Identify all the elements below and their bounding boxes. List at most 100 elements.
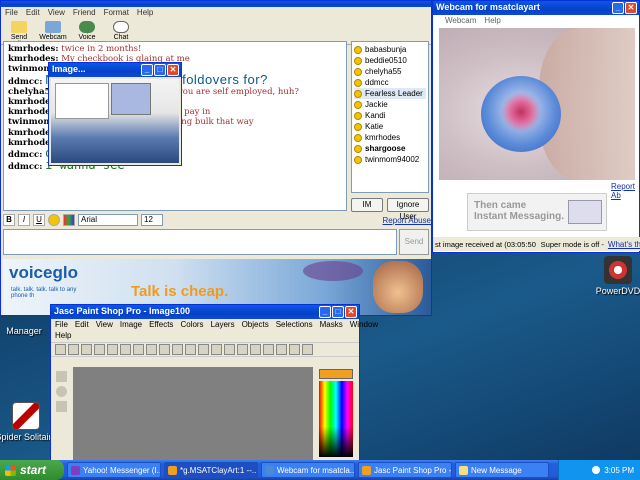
desktop-icon-manager[interactable]: Manager <box>0 326 56 336</box>
user-list-item[interactable]: shargoose <box>354 143 426 154</box>
user-list-item[interactable]: Kandi <box>354 110 426 121</box>
chat-nick[interactable]: ddmcc: <box>8 150 42 160</box>
font-size-select[interactable]: 12 <box>141 214 163 226</box>
toolbar-button-icon[interactable] <box>263 344 274 355</box>
minimize-icon[interactable]: _ <box>141 64 153 76</box>
psp-menu-item[interactable]: Window <box>350 320 378 330</box>
psp-titlebar[interactable]: Jasc Paint Shop Pro - Image100 _ □ ✕ <box>51 305 359 319</box>
font-select[interactable]: Arial <box>78 214 138 226</box>
menu-view[interactable]: View <box>48 8 65 18</box>
close-icon[interactable]: ✕ <box>345 306 357 318</box>
im-button[interactable]: IM <box>351 198 383 212</box>
minimize-icon[interactable]: _ <box>319 306 331 318</box>
color-icon[interactable] <box>63 214 75 226</box>
menu-help[interactable]: Help <box>137 8 153 18</box>
image-window-titlebar[interactable]: Image... _ □ ✕ <box>49 63 181 77</box>
tray-icon[interactable] <box>592 466 601 474</box>
color-palette[interactable] <box>317 367 355 461</box>
close-icon[interactable]: ✕ <box>625 2 637 14</box>
menu-file[interactable]: File <box>5 8 18 18</box>
toolbar-button-icon[interactable] <box>289 344 300 355</box>
desktop-icon-powerdvd[interactable]: PowerDVD <box>586 256 640 296</box>
menu-friend[interactable]: Friend <box>73 8 96 18</box>
send-button[interactable]: Send <box>399 229 429 255</box>
whats-this-link[interactable]: What's th <box>608 240 640 249</box>
toolbar-button-icon[interactable] <box>107 344 118 355</box>
toolbar-button-icon[interactable] <box>68 344 79 355</box>
bold-button[interactable]: B <box>3 214 15 226</box>
taskbar-button[interactable]: *g.MSATClayArt:1 --... <box>164 462 258 478</box>
menu-webcam[interactable]: Webcam <box>445 16 476 26</box>
psp-menu-item[interactable]: Edit <box>75 320 89 330</box>
psp-menu-item[interactable]: Image <box>120 320 142 330</box>
toolbar-button-icon[interactable] <box>185 344 196 355</box>
psp-menu-item[interactable]: Selections <box>276 320 313 330</box>
user-list-item[interactable]: Jackie <box>354 99 426 110</box>
psp-menu-item[interactable]: View <box>96 320 113 330</box>
chat-nick[interactable]: ddmcc: <box>8 162 42 172</box>
report-abuse-link[interactable]: Report Ab <box>611 182 639 200</box>
menu-help[interactable]: Help <box>51 331 359 342</box>
toolbar-button-icon[interactable] <box>55 344 66 355</box>
toolbar-button-icon[interactable] <box>276 344 287 355</box>
crop-tool-icon[interactable] <box>56 401 67 412</box>
psp-menu-item[interactable]: Masks <box>320 320 343 330</box>
chat-button[interactable]: Chat <box>107 21 135 42</box>
toolbar-button-icon[interactable] <box>250 344 261 355</box>
menu-edit[interactable]: Edit <box>26 8 40 18</box>
user-list-item[interactable]: ddmcc <box>354 77 426 88</box>
maximize-icon[interactable]: □ <box>154 64 166 76</box>
toolbar-button-icon[interactable] <box>94 344 105 355</box>
user-list-item[interactable]: Katie <box>354 121 426 132</box>
color-spectrum[interactable] <box>319 381 353 457</box>
emoticon-icon[interactable] <box>48 214 60 226</box>
chat-nick[interactable]: ddmcc: <box>8 77 42 87</box>
report-abuse-link[interactable]: Report Abuse <box>383 216 431 225</box>
voice-button[interactable]: Voice <box>73 21 101 42</box>
arrow-tool-icon[interactable] <box>56 371 67 382</box>
send-file-button[interactable]: Send File <box>5 21 33 48</box>
user-list[interactable]: babasbunja beddie0510 chelyha55 ddmcc Fearle… <box>351 41 429 193</box>
user-list-item[interactable]: twinmom94002 <box>354 154 426 165</box>
toolbar-button-icon[interactable] <box>159 344 170 355</box>
close-icon[interactable]: ✕ <box>167 64 179 76</box>
psp-tool-palette[interactable] <box>53 367 71 461</box>
psp-menu-item[interactable]: Layers <box>211 320 235 330</box>
minimize-icon[interactable]: _ <box>612 2 624 14</box>
psp-menu-item[interactable]: Effects <box>149 320 173 330</box>
psp-menu-item[interactable]: File <box>55 320 68 330</box>
chat-nick[interactable]: kmrhodes: <box>8 44 59 54</box>
toolbar-button-icon[interactable] <box>237 344 248 355</box>
toolbar-button-icon[interactable] <box>198 344 209 355</box>
toolbar-button-icon[interactable] <box>211 344 222 355</box>
webcam-button[interactable]: Webcam <box>39 21 67 42</box>
webcam-titlebar[interactable]: Webcam for msatclayart _ ✕ <box>433 1 639 15</box>
taskbar-button[interactable]: Yahoo! Messenger (I... <box>67 462 161 478</box>
user-list-item[interactable]: kmrhodes <box>354 132 426 143</box>
user-list-item[interactable]: chelyha55 <box>354 66 426 77</box>
messenger-ad[interactable]: Then came Instant Messaging. <box>467 193 607 231</box>
user-list-item[interactable]: Fearless Leader <box>354 88 426 99</box>
chat-titlebar[interactable] <box>1 1 431 7</box>
toolbar-button-icon[interactable] <box>146 344 157 355</box>
psp-menu-item[interactable]: Objects <box>242 320 269 330</box>
menu-help[interactable]: Help <box>484 16 500 26</box>
psp-menu-item[interactable]: Colors <box>180 320 203 330</box>
italic-button[interactable]: I <box>18 214 30 226</box>
color-swatch-icon[interactable] <box>319 369 353 379</box>
message-input[interactable] <box>3 229 397 255</box>
toolbar-button-icon[interactable] <box>133 344 144 355</box>
taskbar-button[interactable]: New Message <box>455 462 549 478</box>
start-button[interactable]: start <box>0 460 64 480</box>
toolbar-button-icon[interactable] <box>224 344 235 355</box>
menu-format[interactable]: Format <box>104 8 129 18</box>
user-list-item[interactable]: babasbunja <box>354 44 426 55</box>
toolbar-button-icon[interactable] <box>172 344 183 355</box>
user-list-item[interactable]: beddie0510 <box>354 55 426 66</box>
toolbar-button-icon[interactable] <box>120 344 131 355</box>
taskbar-button[interactable]: Webcam for msatcla... <box>261 462 355 478</box>
clock[interactable]: 3:05 PM <box>604 466 634 475</box>
ignore-user-button[interactable]: Ignore User <box>387 198 429 221</box>
taskbar-button[interactable]: Jasc Paint Shop Pro -... <box>358 462 452 478</box>
zoom-tool-icon[interactable] <box>56 386 67 397</box>
